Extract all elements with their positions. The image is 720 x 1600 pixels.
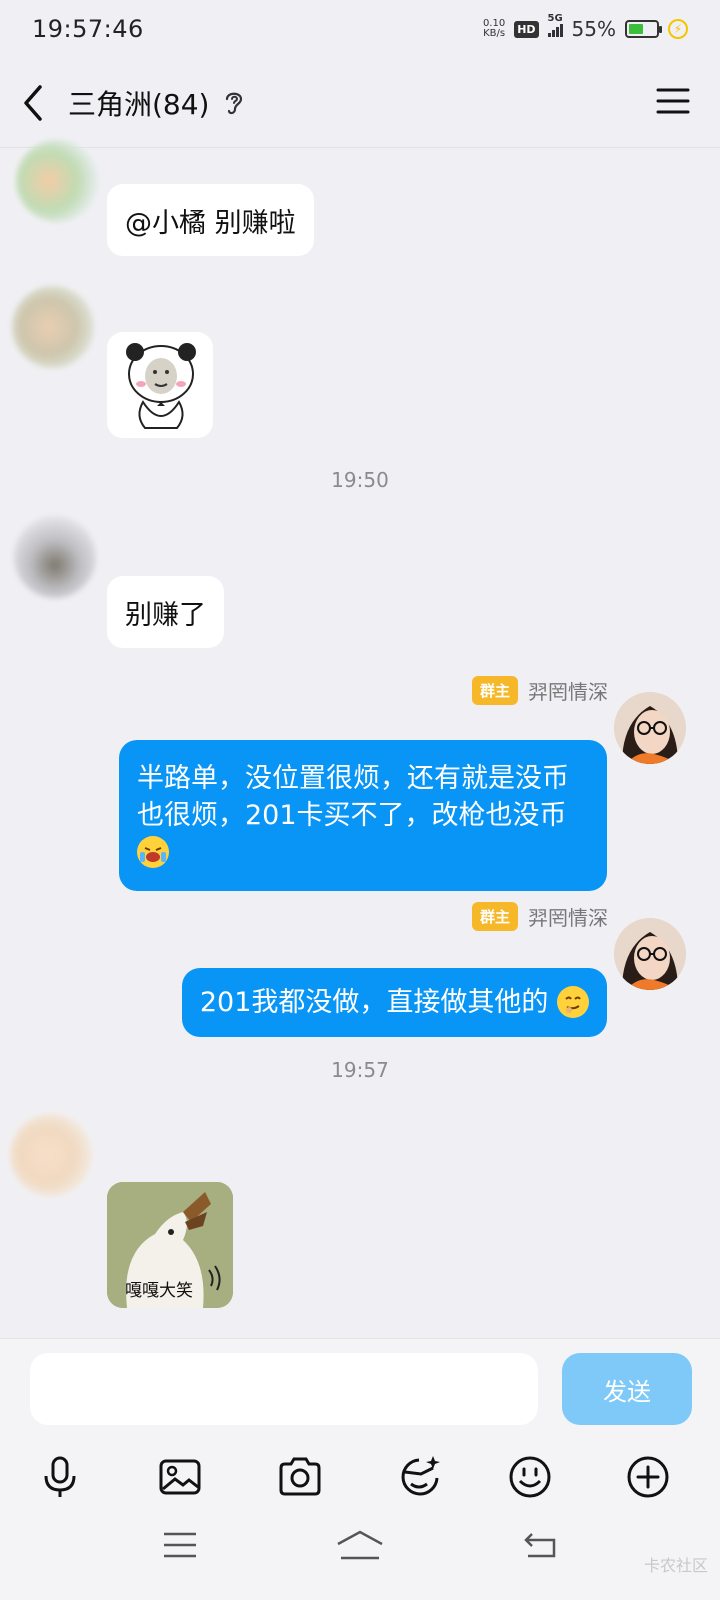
panda-icon: [126, 343, 196, 429]
sticker-caption: 嘎嘎大笑: [125, 1281, 193, 1301]
message-bubble[interactable]: 201我都没做，直接做其他的: [181, 968, 607, 1037]
battery-percent: 55%: [571, 17, 616, 41]
message-text: 别赚了: [125, 599, 206, 631]
watermark: 卡农社区: [643, 1556, 708, 1575]
message-text: @小橘 别赚啦: [125, 207, 296, 239]
network-speed-unit: KB/s: [483, 28, 506, 39]
message-bubble[interactable]: 半路单，没位置很烦，还有就是没币也很烦，201卡买不了，改枪也没币: [119, 740, 607, 891]
message-text: 半路单，没位置很烦，还有就是没币也很烦，201卡买不了，改枪也没币: [137, 763, 569, 831]
hd-icon: HD: [514, 20, 539, 38]
message-input[interactable]: [30, 1353, 538, 1425]
ear-icon[interactable]: [223, 89, 245, 117]
back-nav-icon: [524, 1533, 556, 1558]
menu-nav-icon: [164, 1532, 196, 1558]
send-button[interactable]: 发送: [562, 1353, 692, 1425]
status-indicators: 0.10 KB/s HD 5G 55% ⚡: [483, 13, 688, 41]
panda-meme-sticker[interactable]: [107, 332, 213, 438]
battery-level-fill: [629, 24, 643, 34]
smirk-emoji-icon: [557, 985, 589, 1018]
avatar[interactable]: [10, 1114, 92, 1196]
owner-badge: 群主: [471, 902, 518, 931]
duck-icon: 嘎嘎大笑: [107, 1182, 233, 1308]
message-bubble[interactable]: 别赚了: [107, 576, 224, 648]
duck-laugh-sticker[interactable]: 嘎嘎大笑: [107, 1182, 233, 1308]
avatar[interactable]: [614, 692, 686, 764]
status-bar: 19:57:46 0.10 KB/s HD 5G 55% ⚡: [0, 0, 720, 58]
hamburger-menu-icon[interactable]: [656, 86, 690, 116]
crying-laugh-emoji-icon: [137, 835, 169, 868]
menu-nav-button[interactable]: [148, 1520, 212, 1570]
user-portrait: [614, 692, 686, 764]
sender-name[interactable]: 羿罔情深: [528, 902, 608, 931]
message-list[interactable]: @小橘 别赚啦 19:50 别赚了 群主 羿罔情深 半路单，没位置很烦，还有就是…: [0, 140, 720, 1338]
user-portrait: [614, 918, 686, 990]
avatar[interactable]: [14, 516, 96, 598]
back-nav-button[interactable]: [508, 1520, 572, 1570]
battery-icon: [625, 20, 662, 38]
avatar[interactable]: [614, 918, 686, 990]
home-nav-icon: [337, 1530, 383, 1560]
message-time: 19:50: [331, 468, 389, 492]
chevron-left-icon: [24, 84, 42, 121]
back-button[interactable]: [20, 78, 60, 128]
home-nav-button[interactable]: [328, 1520, 392, 1570]
chat-title[interactable]: 三角洲(84): [68, 83, 209, 123]
signal-icon: 5G: [547, 13, 563, 37]
network-speed: 0.10 KB/s: [483, 19, 505, 39]
message-time: 19:57: [331, 1058, 389, 1082]
sender-info: 群主 羿罔情深: [471, 902, 608, 931]
system-navbar: [0, 1492, 720, 1600]
avatar[interactable]: [16, 140, 98, 222]
charging-icon: ⚡: [668, 19, 688, 39]
avatar[interactable]: [12, 286, 94, 368]
sender-info: 群主 羿罔情深: [471, 676, 608, 705]
status-time: 19:57:46: [32, 15, 144, 43]
message-bubble[interactable]: @小橘 别赚啦: [107, 184, 314, 256]
owner-badge: 群主: [471, 676, 518, 705]
chat-header: 三角洲(84): [0, 58, 720, 148]
network-type: 5G: [547, 13, 563, 24]
sender-name[interactable]: 羿罔情深: [528, 676, 608, 705]
message-text: 201我都没做，直接做其他的: [199, 987, 549, 1018]
